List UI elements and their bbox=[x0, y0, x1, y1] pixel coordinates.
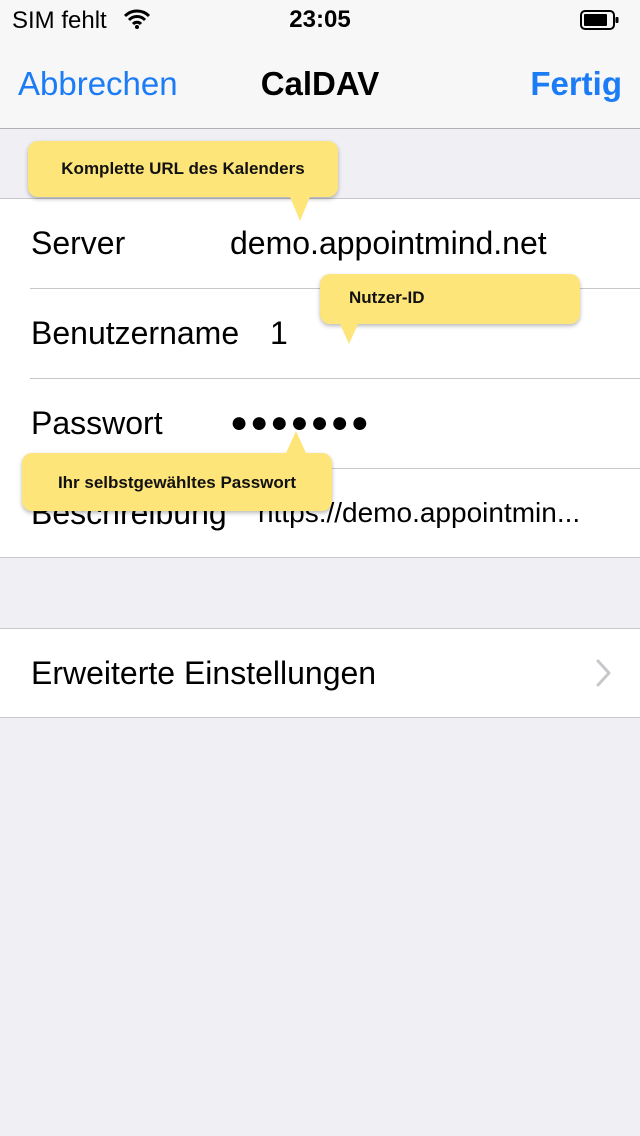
callout-pointer bbox=[286, 431, 306, 453]
callout-pointer bbox=[340, 324, 358, 344]
server-field[interactable]: demo.appointmind.net bbox=[230, 223, 610, 263]
username-hint-text: Nutzer-ID bbox=[349, 288, 425, 307]
chevron-right-icon bbox=[596, 659, 612, 687]
navigation-bar: Abbrechen CalDAV Fertig bbox=[0, 40, 640, 129]
server-hint-callout: Komplette URL des Kalenders bbox=[28, 141, 338, 221]
callout-pointer bbox=[290, 197, 310, 221]
cancel-button[interactable]: Abbrechen bbox=[18, 64, 178, 104]
username-label: Benutzername bbox=[31, 315, 240, 351]
password-hint-text: Ihr selbstgewähltes Passwort bbox=[57, 473, 297, 492]
clock: 23:05 bbox=[289, 6, 351, 33]
server-hint-text: Komplette URL des Kalenders bbox=[61, 159, 305, 178]
done-button[interactable]: Fertig bbox=[530, 64, 622, 104]
advanced-settings-label: Erweiterte Einstellungen bbox=[31, 655, 377, 691]
advanced-settings-row[interactable]: Erweiterte Einstellungen bbox=[0, 628, 640, 718]
username-hint-callout: Nutzer-ID bbox=[320, 274, 580, 344]
status-bar: SIM fehlt 23:05 bbox=[0, 0, 640, 40]
password-label: Passwort bbox=[31, 405, 163, 441]
server-label: Server bbox=[31, 225, 126, 261]
battery-icon bbox=[580, 10, 620, 30]
password-hint-callout: Ihr selbstgewähltes Passwort bbox=[22, 431, 332, 511]
